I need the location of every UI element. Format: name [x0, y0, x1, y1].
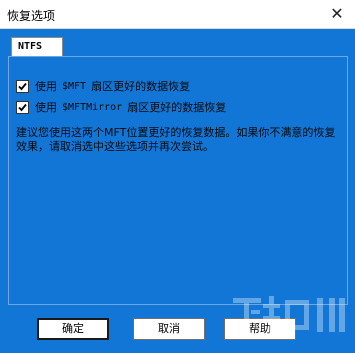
window-title: 恢复选项 — [7, 9, 56, 23]
option-prefix: 使用 — [35, 101, 57, 114]
title-bar: 恢复选项 ✕ — [0, 0, 355, 29]
description-text: 建议您使用这两个MFT位置更好的恢复数据。如果你不满意的恢复效果，请取消选中这些… — [16, 126, 336, 153]
close-icon[interactable]: ✕ — [327, 4, 347, 24]
option-suffix: 扇区更好的数据恢复 — [127, 101, 227, 114]
checkmark-icon — [18, 103, 27, 111]
option-mftmirror[interactable]: 使用 $MFTMirror 扇区更好的数据恢复 — [16, 99, 226, 115]
option-code: $MFT — [62, 80, 87, 92]
option-code: $MFTMirror — [62, 101, 123, 113]
option-mft[interactable]: 使用 $MFT 扇区更好的数据恢复 — [16, 78, 190, 94]
option-suffix: 扇区更好的数据恢复 — [91, 80, 191, 93]
checkmark-icon — [18, 82, 27, 90]
tab-ntfs[interactable]: NTFS — [11, 37, 63, 57]
mftmirror-checkbox[interactable] — [16, 100, 29, 114]
option-prefix: 使用 — [35, 80, 57, 93]
cancel-button[interactable]: 取消 — [133, 318, 205, 340]
ok-button[interactable]: 确定 — [37, 318, 109, 340]
mft-checkbox[interactable] — [16, 79, 29, 93]
watermark-logo — [233, 296, 345, 334]
